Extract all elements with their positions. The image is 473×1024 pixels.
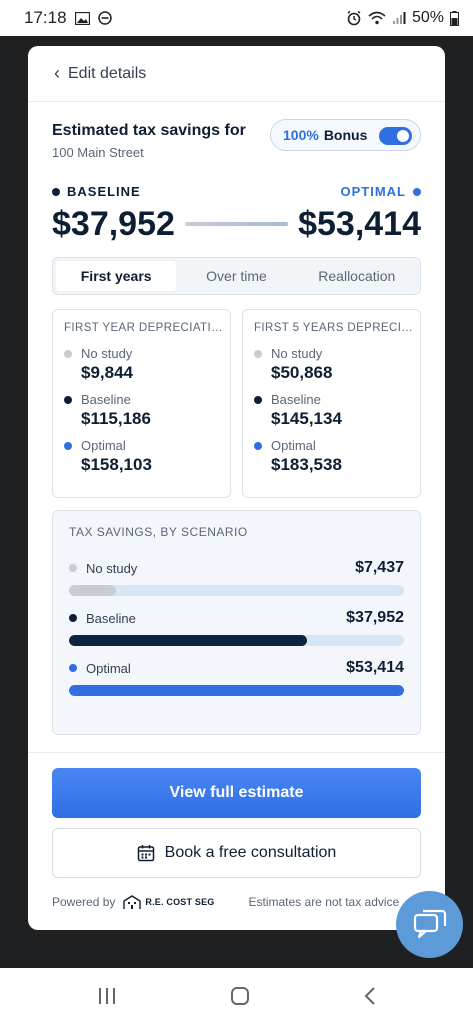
savings-row-amount: $7,437 [355, 559, 404, 576]
summary-values: $37,952 $53,414 [52, 202, 421, 246]
first-5-years-depreciation-heading: FIRST 5 YEARS DEPRECIATION [254, 322, 414, 334]
tax-savings-panel: TAX SAVINGS, BY SCENARIO No study $7,437… [52, 510, 421, 735]
system-nav-bar [0, 968, 473, 1024]
dep-item-name: Baseline [271, 392, 321, 407]
chevron-left-icon: ‹ [54, 63, 60, 83]
baseline-label: BASELINE [67, 184, 141, 199]
battery-icon [450, 10, 459, 26]
baseline-dot [52, 187, 60, 196]
first-5-years-depreciation-box: FIRST 5 YEARS DEPRECIATION No study $50,… [242, 309, 421, 498]
dep-item-value: $183,538 [271, 455, 342, 474]
book-consultation-button[interactable]: Book a free consultation [52, 828, 421, 878]
edit-details-label: Edit details [68, 64, 147, 82]
dep-item: No study $50,868 [254, 346, 420, 383]
bonus-toggle-pill[interactable]: 100% Bonus [270, 119, 421, 151]
first-year-depreciation-box: FIRST YEAR DEPRECIATION No study $9,844 … [52, 309, 231, 498]
tab-reallocation[interactable]: Reallocation [297, 261, 417, 291]
dep-item-name: Baseline [81, 392, 131, 407]
optimal-dot [64, 441, 72, 450]
dep-item-name: No study [271, 346, 323, 361]
bonus-label: Bonus [323, 127, 368, 143]
calendar-icon [137, 845, 154, 862]
tab-over-time[interactable]: Over time [176, 261, 296, 291]
dep-item: Optimal $158,103 [64, 438, 230, 475]
building-logo-icon [123, 895, 142, 909]
dep-item-value: $158,103 [81, 455, 152, 474]
savings-row-amount: $37,952 [346, 609, 404, 626]
chat-icon [413, 909, 446, 938]
signal-icon [392, 12, 406, 24]
battery-percent: 50% [411, 9, 444, 26]
range-line [184, 222, 289, 226]
edit-details-link[interactable]: ‹ Edit details [28, 46, 445, 102]
no-study-dot [69, 564, 77, 572]
first-year-depreciation-heading: FIRST YEAR DEPRECIATION [64, 322, 224, 334]
brand-name: R.E. COST SEG [145, 897, 215, 907]
view-tabs: First years Over time Reallocation [52, 257, 421, 295]
savings-row-amount: $53,414 [346, 659, 404, 676]
dep-item-value: $50,868 [271, 363, 333, 382]
optimal-label-wrap: OPTIMAL [340, 184, 421, 199]
savings-row: No study $7,437 [69, 559, 404, 596]
baseline-dot [254, 395, 262, 404]
brand-logo[interactable]: R.E. COST SEG [123, 894, 214, 910]
dnd-icon [97, 11, 112, 25]
dep-item: Baseline $145,134 [254, 392, 420, 429]
dep-item: Optimal $183,538 [254, 438, 420, 475]
scenario-labels: BASELINE OPTIMAL [52, 184, 421, 199]
powered-by-label: Powered by [52, 895, 116, 909]
savings-row-name: Baseline [86, 610, 136, 626]
widget-footer: Powered by R.E. COST SEG Estimates are n… [52, 894, 445, 910]
savings-row-name: Optimal [86, 660, 131, 676]
dep-item-value: $115,186 [81, 409, 151, 428]
savings-row: Optimal $53,414 [69, 659, 404, 696]
optimal-dot [413, 187, 421, 196]
dep-item-value: $145,134 [271, 409, 342, 428]
baseline-label-wrap: BASELINE [52, 184, 141, 199]
estimate-card: ‹ Edit details Estimated tax savings for… [28, 46, 445, 930]
savings-bar-track [69, 685, 404, 696]
tab-first-years[interactable]: First years [56, 261, 177, 291]
dep-item: Baseline $115,186 [64, 392, 230, 429]
dep-item: No study $9,844 [64, 346, 230, 383]
back-icon[interactable] [363, 986, 377, 1006]
home-icon[interactable] [230, 986, 250, 1006]
savings-bar-track [69, 635, 404, 646]
estimate-header: Estimated tax savings for 100 Main Stree… [52, 119, 421, 160]
optimal-dot [69, 664, 77, 672]
wifi-icon [368, 11, 386, 25]
divider [28, 752, 445, 753]
dep-item-name: Optimal [271, 438, 316, 453]
dep-item-name: Optimal [81, 438, 126, 453]
no-study-dot [254, 349, 262, 358]
disclaimer-text: Estimates are not tax advice [248, 895, 400, 909]
dep-item-value: $9,844 [81, 363, 133, 382]
gallery-icon [74, 11, 90, 25]
status-bar: 17:18 50% [0, 0, 473, 36]
baseline-dot [64, 395, 72, 404]
savings-bar-fill [69, 585, 116, 596]
chat-button[interactable] [396, 891, 463, 958]
savings-bar-fill [69, 635, 308, 646]
optimal-dot [254, 441, 262, 450]
recents-icon[interactable] [97, 987, 117, 1005]
baseline-dot [69, 614, 77, 622]
optimal-label: OPTIMAL [340, 184, 406, 199]
savings-row: Baseline $37,952 [69, 609, 404, 646]
book-consultation-label: Book a free consultation [164, 844, 337, 861]
baseline-value: $37,952 [52, 204, 175, 243]
bonus-toggle-switch[interactable] [379, 127, 412, 145]
tax-savings-heading: TAX SAVINGS, BY SCENARIO [69, 525, 248, 539]
bonus-percent: 100% [283, 127, 319, 143]
savings-bar-fill [69, 685, 404, 696]
no-study-dot [64, 349, 72, 358]
alarm-icon [347, 10, 361, 26]
view-full-estimate-button[interactable]: View full estimate [52, 768, 421, 818]
savings-row-name: No study [86, 560, 138, 576]
status-time: 17:18 [24, 8, 67, 27]
optimal-value: $53,414 [298, 204, 421, 243]
dep-item-name: No study [81, 346, 133, 361]
savings-bar-track [69, 585, 404, 596]
